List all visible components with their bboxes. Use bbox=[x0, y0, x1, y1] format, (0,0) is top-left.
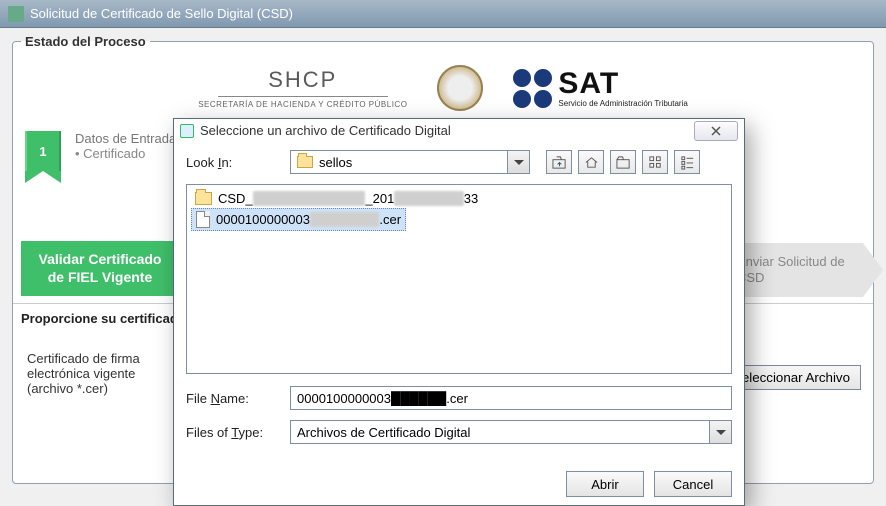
logos-bar: SHCP SECRETARÍA DE HACIENDA Y CRÉDITO PÚ… bbox=[21, 65, 865, 111]
cert-file-label: Certificado de firma electrónica vigente… bbox=[27, 351, 140, 396]
dialog-titlebar: Seleccione un archivo de Certificado Dig… bbox=[174, 119, 744, 144]
dialog-title: Seleccione un archivo de Certificado Dig… bbox=[200, 123, 451, 138]
list-view-icon bbox=[648, 155, 663, 170]
chevron-down-icon bbox=[709, 421, 731, 443]
shcp-logo: SHCP SECRETARÍA DE HACIENDA Y CRÉDITO PÚ… bbox=[198, 67, 407, 109]
open-button[interactable]: Abrir bbox=[566, 471, 644, 497]
step-1-badge: 1 bbox=[25, 131, 61, 171]
filetype-value: Archivos de Certificado Digital bbox=[297, 425, 470, 440]
folder-icon bbox=[195, 192, 212, 205]
details-view-icon bbox=[680, 155, 695, 170]
estado-legend: Estado del Proceso bbox=[21, 34, 150, 49]
step-1-line1: Datos de Entrada bbox=[75, 131, 176, 146]
close-icon bbox=[711, 126, 721, 136]
look-in-value: sellos bbox=[319, 155, 352, 170]
main-window-titlebar: Solicitud de Certificado de Sello Digita… bbox=[0, 0, 886, 28]
up-one-level-button[interactable] bbox=[546, 150, 572, 174]
filetype-dropdown[interactable]: Archivos de Certificado Digital bbox=[290, 420, 732, 444]
look-in-label: Look In: bbox=[186, 155, 282, 170]
shcp-big: SHCP bbox=[198, 67, 407, 93]
step-1-line2: Certificado bbox=[75, 146, 176, 161]
folder-up-icon bbox=[552, 155, 567, 170]
filetype-label: Files of Type: bbox=[186, 425, 282, 440]
filename-input[interactable] bbox=[290, 386, 732, 410]
details-view-button[interactable] bbox=[674, 150, 700, 174]
sat-logo: SAT Servicio de Administración Tributari… bbox=[513, 69, 687, 108]
folder-name: CSD_XXXXXXXXXXXXX_201XXXXXXXX33 bbox=[218, 191, 478, 206]
file-list-pane[interactable]: CSD_XXXXXXXXXXXXX_201XXXXXXXX33 00001000… bbox=[186, 184, 732, 374]
sat-small: Servicio de Administración Tributaria bbox=[558, 99, 687, 108]
new-folder-button[interactable] bbox=[610, 150, 636, 174]
new-folder-icon bbox=[616, 155, 631, 170]
step-1-description: Datos de Entrada Certificado bbox=[75, 131, 176, 161]
list-item[interactable]: 0000100000003XXXXXXXX.cer bbox=[191, 208, 406, 231]
proporcione-label: Proporcione su certificado bbox=[21, 311, 186, 326]
filename-label: File Name: bbox=[186, 391, 282, 406]
look-in-dropdown[interactable]: sellos bbox=[290, 150, 530, 174]
validar-certificado-button[interactable]: Validar Certificado de FIEL Vigente bbox=[21, 241, 179, 296]
enviar-solicitud-step: Enviar Solicitud de CSD bbox=[727, 243, 863, 297]
file-name: 0000100000003XXXXXXXX.cer bbox=[216, 212, 401, 227]
shcp-small: SECRETARÍA DE HACIENDA Y CRÉDITO PÚBLICO bbox=[198, 100, 407, 109]
sat-big: SAT bbox=[558, 69, 687, 99]
app-icon bbox=[8, 6, 24, 22]
file-chooser-dialog: Seleccione un archivo de Certificado Dig… bbox=[173, 118, 745, 506]
list-item[interactable]: CSD_XXXXXXXXXXXXX_201XXXXXXXX33 bbox=[191, 189, 482, 208]
file-icon bbox=[196, 211, 210, 228]
folder-icon bbox=[297, 156, 313, 168]
home-icon bbox=[584, 155, 599, 170]
main-window-title: Solicitud de Certificado de Sello Digita… bbox=[30, 6, 293, 21]
list-view-button[interactable] bbox=[642, 150, 668, 174]
java-cup-icon bbox=[180, 124, 194, 138]
dialog-close-button[interactable] bbox=[694, 121, 738, 141]
chevron-down-icon bbox=[507, 151, 529, 173]
cancel-button[interactable]: Cancel bbox=[654, 471, 732, 497]
home-button[interactable] bbox=[578, 150, 604, 174]
national-seal-icon bbox=[437, 65, 483, 111]
